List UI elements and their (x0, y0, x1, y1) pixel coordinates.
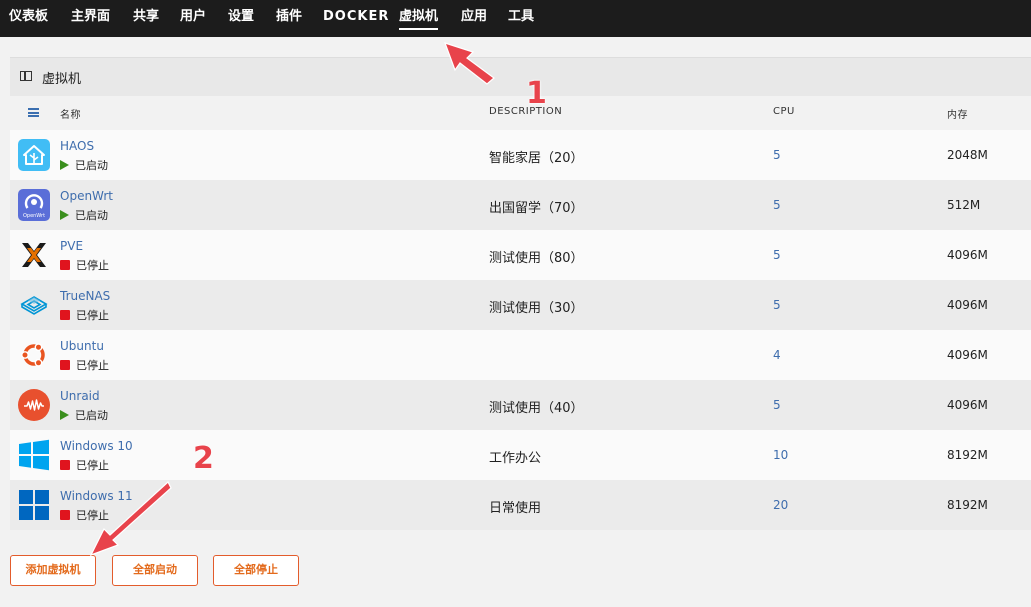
nav-apps[interactable]: 应用 (461, 0, 487, 37)
ubuntu-icon[interactable] (18, 339, 50, 371)
nav-vms[interactable]: 虚拟机 (399, 0, 439, 37)
vm-memory: 512M (947, 198, 981, 212)
vm-name[interactable]: Windows 11 (60, 489, 133, 503)
vm-status: 已启动 (60, 407, 108, 423)
play-icon (60, 410, 69, 420)
vm-status: 已启动 (60, 207, 108, 223)
vm-status: 已停止 (60, 457, 109, 473)
list-view-icon[interactable] (28, 108, 39, 117)
vm-description: 智能家居（20） (489, 151, 584, 166)
vm-name[interactable]: HAOS (60, 139, 94, 153)
nav-users[interactable]: 用户 (180, 0, 206, 37)
vm-name[interactable]: PVE (60, 239, 83, 253)
annotation-number-1: 1 (526, 76, 547, 111)
vm-status: 已启动 (60, 157, 108, 173)
vm-description: 测试使用（40） (489, 401, 584, 416)
nav-docker[interactable]: DOCKER (323, 0, 389, 37)
vm-cpu[interactable]: 5 (773, 298, 781, 312)
vm-cpu[interactable]: 5 (773, 148, 781, 162)
vm-name[interactable]: Windows 10 (60, 439, 133, 453)
column-header-cpu: CPU (773, 106, 795, 117)
column-header-memory: 内存 (947, 110, 968, 121)
vm-name[interactable]: OpenWrt (60, 189, 113, 203)
vm-memory: 2048M (947, 148, 988, 162)
vm-memory: 4096M (947, 348, 988, 362)
table-row: Ubuntu 已停止 4 4096M (10, 330, 1031, 380)
table-row: Unraid 已启动 测试使用（40） 5 4096M (10, 380, 1031, 430)
home-assistant-icon[interactable] (18, 139, 50, 171)
start-all-button[interactable]: 全部启动 (112, 555, 198, 586)
vm-status: 已停止 (60, 357, 109, 373)
vm-status: 已停止 (60, 507, 109, 523)
vm-cpu[interactable]: 4 (773, 348, 781, 362)
vm-cpu[interactable]: 20 (773, 498, 788, 512)
vm-status: 已停止 (60, 307, 109, 323)
openwrt-icon[interactable]: OpenWrt (18, 189, 50, 221)
nav-dashboard[interactable]: 仪表板 (9, 0, 48, 37)
vm-table-header: 名称 DESCRIPTION CPU 内存 (10, 96, 1031, 129)
nav-tools[interactable]: 工具 (508, 0, 534, 37)
vm-description: 日常使用 (489, 501, 542, 516)
vm-memory: 4096M (947, 398, 988, 412)
nav-main[interactable]: 主界面 (71, 0, 110, 37)
stop-icon (60, 360, 70, 370)
vm-memory: 8192M (947, 448, 988, 462)
play-icon (60, 160, 69, 170)
proxmox-icon[interactable] (18, 239, 50, 271)
panel-layout-icon (20, 71, 32, 81)
vm-panel-header: 虚拟机 (10, 57, 1031, 96)
windows-10-icon[interactable] (18, 439, 50, 471)
annotation-number-2: 2 (193, 441, 214, 476)
play-icon (60, 210, 69, 220)
vm-cpu[interactable]: 5 (773, 198, 781, 212)
vm-memory: 4096M (947, 248, 988, 262)
table-row: OpenWrt OpenWrt 已启动 出国留学（70） 5 512M (10, 180, 1031, 230)
vm-description: 测试使用（80） (489, 251, 584, 266)
vm-memory: 8192M (947, 498, 988, 512)
vm-name[interactable]: Unraid (60, 389, 100, 403)
vm-memory: 4096M (947, 298, 988, 312)
table-row: HAOS 已启动 智能家居（20） 5 2048M (10, 130, 1031, 180)
svg-text:OpenWrt: OpenWrt (23, 213, 45, 219)
nav-shares[interactable]: 共享 (133, 0, 159, 37)
stop-icon (60, 310, 70, 320)
vm-description: 测试使用（30） (489, 301, 584, 316)
nav-settings[interactable]: 设置 (228, 0, 254, 37)
table-row: PVE 已停止 测试使用（80） 5 4096M (10, 230, 1031, 280)
table-row: Windows 10 已停止 工作办公 10 8192M (10, 430, 1031, 480)
vm-name[interactable]: TrueNAS (60, 289, 110, 303)
column-header-name: 名称 (60, 110, 81, 121)
vm-name[interactable]: Ubuntu (60, 339, 104, 353)
vm-cpu[interactable]: 5 (773, 248, 781, 262)
vm-description: 出国留学（70） (489, 201, 584, 216)
nav-plugins[interactable]: 插件 (276, 0, 302, 37)
vm-cpu[interactable]: 10 (773, 448, 788, 462)
stop-icon (60, 460, 70, 470)
top-navigation: 仪表板 主界面 共享 用户 设置 插件 DOCKER 虚拟机 应用 工具 (0, 0, 1031, 37)
truenas-icon[interactable] (18, 289, 50, 321)
table-row: TrueNAS 已停止 测试使用（30） 5 4096M (10, 280, 1031, 330)
unraid-icon[interactable] (18, 389, 50, 421)
stop-all-button[interactable]: 全部停止 (213, 555, 299, 586)
vm-description: 工作办公 (489, 451, 542, 466)
panel-title: 虚拟机 (42, 72, 82, 87)
vm-cpu[interactable]: 5 (773, 398, 781, 412)
stop-icon (60, 260, 70, 270)
vm-status: 已停止 (60, 257, 109, 273)
add-vm-button[interactable]: 添加虚拟机 (10, 555, 96, 586)
table-row: Windows 11 已停止 日常使用 20 8192M (10, 480, 1031, 530)
stop-icon (60, 510, 70, 520)
windows-11-icon[interactable] (18, 489, 50, 521)
